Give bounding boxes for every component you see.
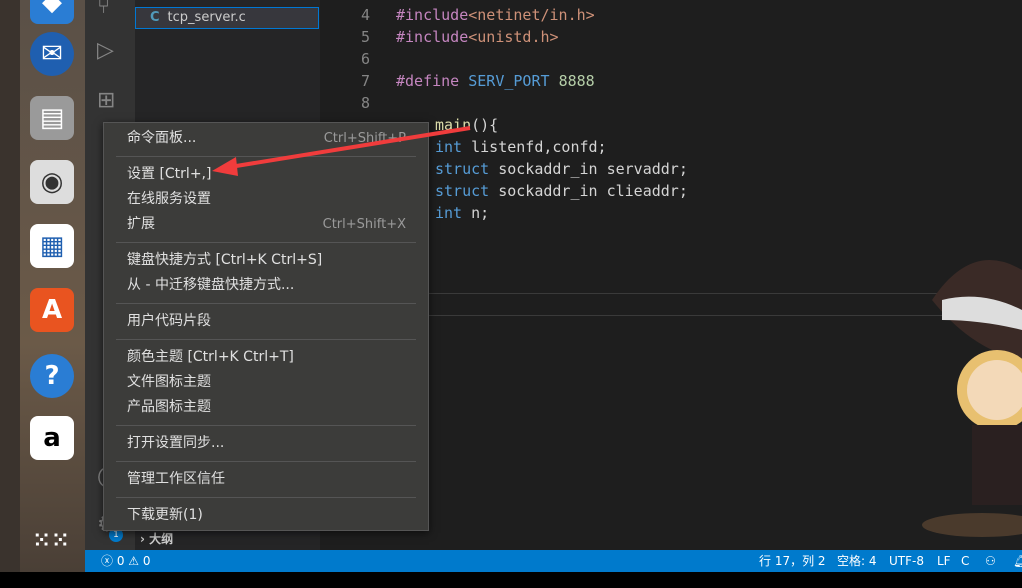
outline-label: 大纲 [149, 532, 174, 546]
code-line: struct sockaddr_in clieaddr; [435, 182, 688, 200]
menu-item-label: 文件图标主题 [127, 374, 211, 390]
status-bar: ⓧ 0 ⚠ 0 行 17，列 2 空格: 4 UTF-8 LF C ⚇ 🔔︎ [85, 550, 1022, 572]
menu-item[interactable]: 用户代码片段 [104, 309, 428, 334]
menu-separator [116, 461, 416, 462]
c-file-icon: C [150, 10, 160, 25]
code-token: SERV_PORT [468, 72, 550, 90]
end-of-line[interactable]: LF [937, 550, 951, 572]
code-line: int listenfd,confd; [435, 138, 607, 156]
code-line: #include<unistd.h> [396, 28, 559, 46]
language-mode[interactable]: C [961, 550, 969, 572]
code-token: sockaddr_in servaddr; [489, 160, 688, 178]
line-number: 5 [360, 28, 370, 46]
app-grid-icon[interactable]: ⁙⁙ [30, 518, 74, 562]
menu-item[interactable]: 从 - 中迁移键盘快捷方式... [104, 273, 428, 298]
code-line: #define SERV_PORT 8888 [396, 72, 595, 90]
writer-icon[interactable]: ▦ [30, 224, 74, 268]
menu-item[interactable]: 键盘快捷方式 [Ctrl+K Ctrl+S] [104, 248, 428, 273]
menu-item-label: 在线服务设置 [127, 191, 211, 207]
code-token: 8888 [558, 72, 595, 90]
encoding[interactable]: UTF-8 [889, 550, 924, 572]
code-token: struct [435, 160, 490, 178]
menu-item[interactable]: 设置 [Ctrl+,] [104, 162, 428, 187]
menu-item[interactable]: 颜色主题 [Ctrl+K Ctrl+T] [104, 345, 428, 370]
code-line: int n; [435, 204, 489, 222]
menu-item[interactable]: 管理工作区信任 [104, 467, 428, 492]
menu-item-label: 打开设置同步... [127, 435, 225, 451]
code-token: #include [396, 28, 469, 46]
code-line: struct sockaddr_in servaddr; [435, 160, 688, 178]
menu-separator [116, 303, 416, 304]
menu-item-label: 用户代码片段 [127, 313, 211, 329]
files-icon[interactable]: ▤ [30, 96, 74, 140]
code-token: listenfd,confd; [462, 138, 607, 156]
source-control-icon[interactable]: ⑂ [97, 0, 110, 19]
menu-item-shortcut: Ctrl+Shift+P [323, 131, 406, 146]
menu-item[interactable]: 下载更新(1) [104, 503, 428, 528]
extensions-icon[interactable]: ⊞ [97, 88, 115, 113]
code-token: struct [435, 182, 490, 200]
outline-section[interactable]: › 大纲 [140, 530, 173, 547]
code-token: sockaddr_in clieaddr; [489, 182, 688, 200]
amazon-icon[interactable]: a [30, 416, 74, 460]
code-token: #define [396, 72, 469, 90]
cursor-position[interactable]: 行 17，列 2 [759, 550, 826, 572]
menu-item[interactable]: 产品图标主题 [104, 395, 428, 420]
file-item-tcp-server[interactable]: Ctcp_server.c [135, 7, 319, 29]
code-token: <netinet/in.h> [468, 6, 595, 24]
menu-item-label: 扩展 [127, 216, 155, 232]
menu-item-label: 颜色主题 [Ctrl+K Ctrl+T] [127, 349, 294, 365]
menu-item[interactable]: 在线服务设置 [104, 187, 428, 212]
thunderbird-icon[interactable]: ✉ [30, 32, 74, 76]
menu-item-label: 管理工作区信任 [127, 471, 225, 487]
menu-separator [116, 339, 416, 340]
run-debug-icon[interactable]: ▷ [97, 38, 114, 63]
indentation[interactable]: 空格: 4 [837, 550, 877, 572]
feedback-icon[interactable]: ⚇ [985, 550, 996, 572]
manage-context-menu: 命令面板... Ctrl+Shift+P 设置 [Ctrl+,] 在线服务设置 扩展 Ct… [103, 122, 429, 531]
menu-item-label: 下载更新(1) [127, 507, 203, 523]
menu-separator [116, 497, 416, 498]
code-token: n; [462, 204, 490, 222]
rhythmbox-icon[interactable]: ◉ [30, 160, 74, 204]
line-number: 4 [360, 6, 370, 24]
menu-item[interactable]: 文件图标主题 [104, 370, 428, 395]
menu-item-label: 键盘快捷方式 [Ctrl+K Ctrl+S] [127, 252, 323, 268]
menu-item[interactable]: 打开设置同步... [104, 431, 428, 456]
ubuntu-dock: ◆ ✉ ▤ ◉ ▦ A ? a ⁙⁙ [0, 0, 85, 572]
menu-item[interactable]: 扩展 Ctrl+Shift+X [104, 212, 428, 237]
code-line: #include<netinet/in.h> [396, 6, 595, 24]
menu-item-label: 从 - 中迁移键盘快捷方式... [127, 277, 295, 293]
code-token: #include [396, 6, 469, 24]
line-number: 8 [360, 94, 370, 112]
menu-item-label: 命令面板... [127, 130, 197, 146]
dock-edge [0, 0, 20, 572]
menu-separator [116, 425, 416, 426]
line-number: 7 [360, 72, 370, 90]
help-icon[interactable]: ? [30, 354, 74, 398]
menu-item-label: 设置 [Ctrl+,] [127, 166, 212, 182]
problems-indicator[interactable]: ⓧ 0 ⚠ 0 [101, 550, 151, 572]
file-name: tcp_server.c [167, 10, 246, 25]
software-center-icon[interactable]: A [30, 288, 74, 332]
menu-separator [116, 242, 416, 243]
code-token: <unistd.h> [468, 28, 559, 46]
background-character-image [922, 260, 1022, 537]
menu-item[interactable]: 命令面板... Ctrl+Shift+P [104, 126, 428, 151]
code-token: int [435, 138, 463, 156]
menu-item-shortcut: Ctrl+Shift+X [322, 217, 406, 232]
vscode-icon[interactable]: ◆ [30, 0, 74, 24]
code-line: main(){ [435, 116, 498, 134]
notifications-icon[interactable]: 🔔︎ [1013, 550, 1022, 572]
line-number: 6 [360, 50, 370, 68]
menu-item-label: 产品图标主题 [127, 399, 211, 415]
menu-separator [116, 156, 416, 157]
code-token: (){ [471, 116, 499, 134]
code-token: main [435, 116, 472, 134]
code-token: int [435, 204, 463, 222]
